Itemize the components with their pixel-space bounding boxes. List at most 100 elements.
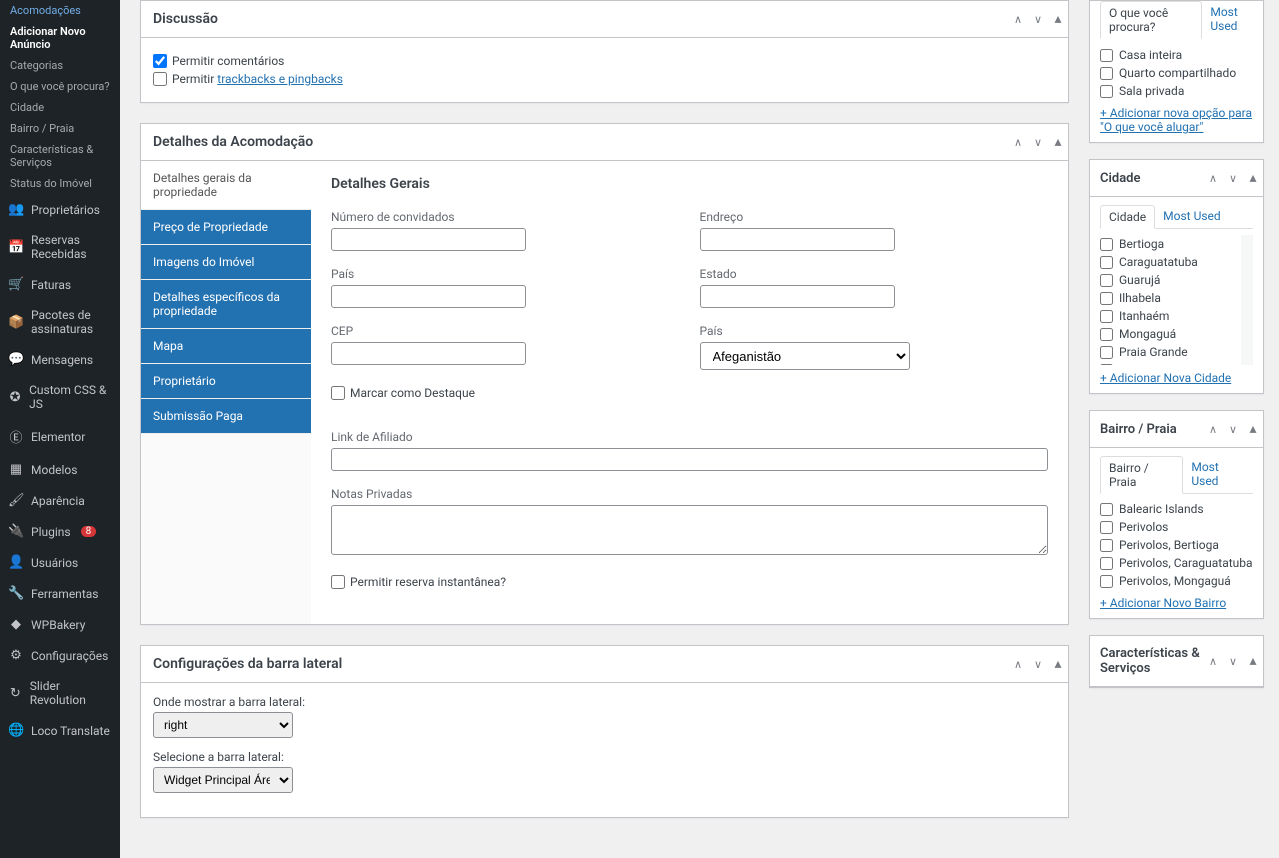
link-afiliado-input[interactable] xyxy=(331,448,1048,471)
tab-bairro-mostused[interactable]: Most Used xyxy=(1183,456,1253,493)
cep-input[interactable] xyxy=(331,342,526,365)
cat-checkbox[interactable] xyxy=(1100,238,1113,251)
cat-item: Perivolos, Caraguatatuba xyxy=(1100,554,1253,572)
toggle-icon[interactable]: ▴ xyxy=(1048,124,1068,160)
sidebar-item-ferramentas[interactable]: 🔧Ferramentas xyxy=(0,578,120,609)
cat-checkbox[interactable] xyxy=(1100,274,1113,287)
sidebar-sub-categorias[interactable]: Categorias xyxy=(0,55,120,76)
tab-oque[interactable]: O que você procura? xyxy=(1100,1,1202,39)
sidebar-sub-adicionar[interactable]: Adicionar Novo Anúncio xyxy=(0,21,120,55)
trackbacks-link[interactable]: trackbacks e pingbacks xyxy=(217,72,343,86)
sidebar-item-proprietarios[interactable]: 👥Proprietários xyxy=(0,194,120,225)
sidebar-item-wpbakery[interactable]: ◆WPBakery xyxy=(0,609,120,640)
tab-mapa[interactable]: Mapa xyxy=(141,329,311,364)
tab-oque-mostused[interactable]: Most Used xyxy=(1202,1,1263,38)
tab-submissao[interactable]: Submissão Paga xyxy=(141,399,311,434)
cat-checkbox[interactable] xyxy=(1100,364,1113,366)
cat-checkbox[interactable] xyxy=(1100,557,1113,570)
sidebar-item-mensagens[interactable]: 💬Mensagens xyxy=(0,344,120,375)
cat-checkbox[interactable] xyxy=(1100,256,1113,269)
move-down-icon[interactable]: ∨ xyxy=(1028,124,1048,160)
pais2-select[interactable]: Afeganistão xyxy=(700,342,910,370)
sidebar-item-modelos[interactable]: ▦Modelos xyxy=(0,454,120,485)
move-up-icon[interactable]: ∧ xyxy=(1203,411,1223,447)
add-oque-link[interactable]: + Adicionar nova opção para "O que você … xyxy=(1100,106,1253,134)
pais-input[interactable] xyxy=(331,285,526,308)
cat-checkbox[interactable] xyxy=(1100,328,1113,341)
sidebar-item-elementor[interactable]: ⒺElementor xyxy=(0,419,120,454)
cat-checkbox[interactable] xyxy=(1100,346,1113,359)
toggle-icon[interactable]: ▴ xyxy=(1243,160,1263,196)
move-up-icon[interactable]: ∧ xyxy=(1008,646,1028,682)
selecione-barra-select[interactable]: Widget Principal Área De xyxy=(153,767,293,793)
cat-checkbox[interactable] xyxy=(1100,521,1113,534)
move-up-icon[interactable]: ∧ xyxy=(1008,124,1028,160)
move-up-icon[interactable]: ∧ xyxy=(1008,1,1028,37)
selecione-barra-label: Selecione a barra lateral: xyxy=(153,750,1056,764)
sidebar-item-pacotes[interactable]: 📦Pacotes de assinaturas xyxy=(0,300,120,344)
bairro-title: Bairro / Praia xyxy=(1100,412,1177,447)
move-down-icon[interactable]: ∨ xyxy=(1223,411,1243,447)
onde-mostrar-select[interactable]: right xyxy=(153,712,293,738)
sidebar-sub-caracteristicas[interactable]: Características & Serviços xyxy=(0,139,120,173)
sidebar-sub-cidade[interactable]: Cidade xyxy=(0,97,120,118)
numero-convidados-input[interactable] xyxy=(331,228,526,251)
cat-checkbox[interactable] xyxy=(1100,503,1113,516)
detalhes-title: Detalhes da Acomodação xyxy=(153,124,313,160)
permitir-comentarios-checkbox[interactable] xyxy=(153,54,167,68)
sidebar-item-faturas[interactable]: 🛒Faturas xyxy=(0,269,120,300)
sidebar-item-plugins[interactable]: 🔌Plugins8 xyxy=(0,516,120,547)
permitir-trackbacks-checkbox[interactable] xyxy=(153,72,167,86)
cat-item: Perivolos, Mongaguá xyxy=(1100,572,1253,590)
move-down-icon[interactable]: ∨ xyxy=(1223,160,1243,196)
sidebar-sub-oquevoce[interactable]: O que você procura? xyxy=(0,76,120,97)
tab-proprietario[interactable]: Proprietário xyxy=(141,364,311,399)
notas-privadas-textarea[interactable] xyxy=(331,505,1048,555)
permitir-reserva-checkbox[interactable] xyxy=(331,575,345,589)
move-up-icon[interactable]: ∧ xyxy=(1203,643,1223,679)
tab-detalhes-gerais[interactable]: Detalhes gerais da propriedade xyxy=(141,161,311,210)
sidebar-item-aparencia[interactable]: 🖌Aparência xyxy=(0,485,120,516)
cat-checkbox[interactable] xyxy=(1100,575,1113,588)
cat-checkbox[interactable] xyxy=(1100,292,1113,305)
estado-input[interactable] xyxy=(700,285,895,308)
sidebar-sub-bairro[interactable]: Bairro / Praia xyxy=(0,118,120,139)
sidebar-item-reservas[interactable]: 📅Reservas Recebidas xyxy=(0,225,120,269)
add-bairro-link[interactable]: + Adicionar Novo Bairro xyxy=(1100,596,1253,610)
move-down-icon[interactable]: ∨ xyxy=(1223,643,1243,679)
plugin-update-count: 8 xyxy=(81,526,97,537)
toggle-icon[interactable]: ▴ xyxy=(1048,646,1068,682)
sidebar-sub-status[interactable]: Status do Imóvel xyxy=(0,173,120,194)
onde-mostrar-label: Onde mostrar a barra lateral: xyxy=(153,695,1056,709)
sidebar-item-configuracoes[interactable]: ⚙Configurações xyxy=(0,640,120,671)
tab-cidade-mostused[interactable]: Most Used xyxy=(1155,205,1229,228)
cat-checkbox[interactable] xyxy=(1100,310,1113,323)
tab-cidade[interactable]: Cidade xyxy=(1100,205,1155,229)
sidebar-sub-acomodacoes[interactable]: Acomodações xyxy=(0,0,120,21)
sidebar-item-customcss[interactable]: ✪Custom CSS & JS xyxy=(0,375,120,419)
cat-item: Ilhabela xyxy=(1100,289,1241,307)
tab-especificos[interactable]: Detalhes específicos da propriedade xyxy=(141,280,311,329)
sidebar-item-slider[interactable]: ↻Slider Revolution xyxy=(0,671,120,715)
star-icon: ✪ xyxy=(8,390,22,405)
endereco-input[interactable] xyxy=(700,228,895,251)
tab-imagens[interactable]: Imagens do Imóvel xyxy=(141,245,311,280)
cat-checkbox[interactable] xyxy=(1100,67,1113,80)
permitir-comentarios-label: Permitir comentários xyxy=(172,54,284,68)
move-up-icon[interactable]: ∧ xyxy=(1203,160,1223,196)
cat-checkbox[interactable] xyxy=(1100,85,1113,98)
cat-checkbox[interactable] xyxy=(1100,539,1113,552)
sidebar-item-loco[interactable]: 🌐Loco Translate xyxy=(0,715,120,746)
toggle-icon[interactable]: ▴ xyxy=(1243,643,1263,679)
marcar-destaque-checkbox[interactable] xyxy=(331,386,345,400)
tab-bairro[interactable]: Bairro / Praia xyxy=(1100,456,1183,494)
move-down-icon[interactable]: ∨ xyxy=(1028,646,1048,682)
add-cidade-link[interactable]: + Adicionar Nova Cidade xyxy=(1100,371,1253,385)
cat-checkbox[interactable] xyxy=(1100,49,1113,62)
numero-convidados-label: Número de convidados xyxy=(331,210,680,224)
tab-preco[interactable]: Preço de Propriedade xyxy=(141,210,311,245)
move-down-icon[interactable]: ∨ xyxy=(1028,1,1048,37)
sidebar-item-usuarios[interactable]: 👤Usuários xyxy=(0,547,120,578)
toggle-icon[interactable]: ▴ xyxy=(1243,411,1263,447)
toggle-icon[interactable]: ▴ xyxy=(1048,1,1068,37)
